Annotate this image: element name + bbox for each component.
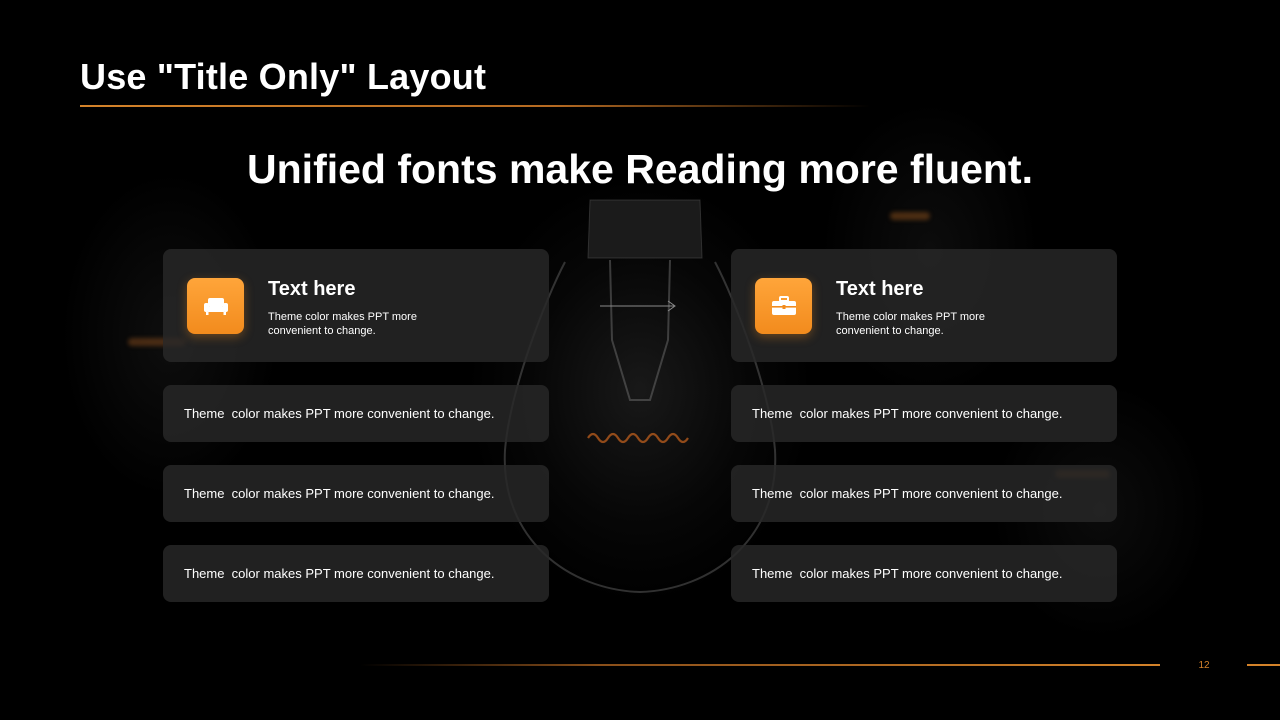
sofa-icon <box>187 278 244 334</box>
left-header-card: Text here Theme color makes PPT more con… <box>163 249 549 362</box>
right-text-row: Theme color makes PPT more convenient to… <box>731 465 1117 522</box>
right-row-text: Theme color makes PPT more convenient to… <box>752 486 1063 501</box>
right-card-description: Theme color makes PPT more convenient to… <box>836 311 985 337</box>
slide-subtitle: Unified fonts make Reading more fluent. <box>247 146 1033 192</box>
left-card-heading: Text here <box>268 278 356 300</box>
left-text-row: Theme color makes PPT more convenient to… <box>163 465 549 522</box>
right-row-text: Theme color makes PPT more convenient to… <box>752 406 1063 421</box>
arrow-right-icon <box>600 300 676 312</box>
footer-divider-end <box>1247 664 1280 666</box>
footer-divider <box>360 664 1160 666</box>
left-text-row: Theme color makes PPT more convenient to… <box>163 385 549 442</box>
right-card-heading: Text here <box>836 278 924 300</box>
left-row-text: Theme color makes PPT more convenient to… <box>184 406 495 421</box>
left-card-description: Theme color makes PPT more convenient to… <box>268 311 417 337</box>
left-row-text: Theme color makes PPT more convenient to… <box>184 486 495 501</box>
left-row-text: Theme color makes PPT more convenient to… <box>184 566 495 581</box>
title-underline <box>80 105 870 107</box>
briefcase-icon <box>755 278 812 334</box>
right-text-row: Theme color makes PPT more convenient to… <box>731 385 1117 442</box>
right-row-text: Theme color makes PPT more convenient to… <box>752 566 1063 581</box>
right-header-card: Text here Theme color makes PPT more con… <box>731 249 1117 362</box>
left-text-row: Theme color makes PPT more convenient to… <box>163 545 549 602</box>
page-number: 12 <box>1198 660 1210 671</box>
right-text-row: Theme color makes PPT more convenient to… <box>731 545 1117 602</box>
page-title: Use "Title Only" Layout <box>80 56 487 97</box>
